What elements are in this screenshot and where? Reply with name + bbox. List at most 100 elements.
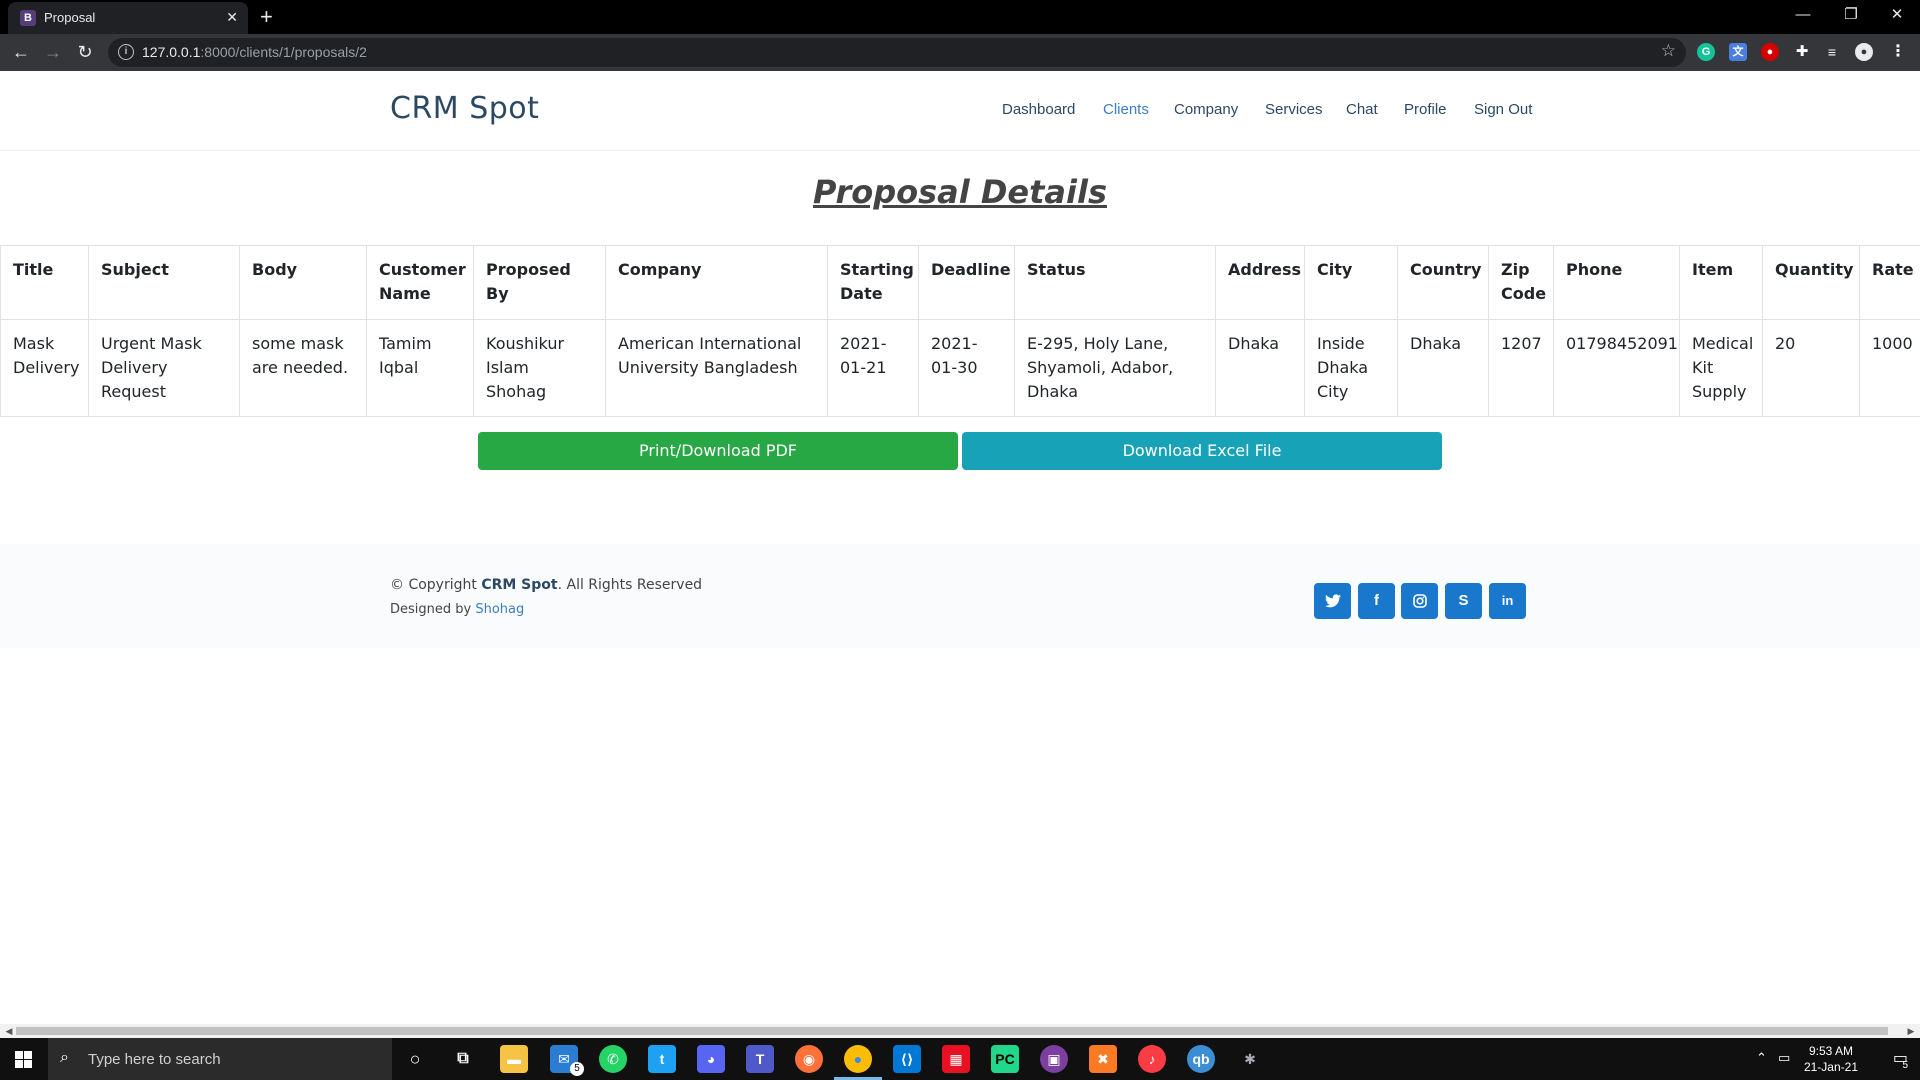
column-header: Quantity — [1762, 245, 1860, 320]
table-cell: 20 — [1762, 319, 1860, 417]
windows-logo-icon — [15, 1051, 32, 1068]
tab-close-icon[interactable]: ✕ — [226, 9, 238, 25]
twitter-app-icon[interactable]: t — [648, 1045, 676, 1073]
notification-badge: 5 — [1902, 1060, 1908, 1071]
clock-date: 21-Jan-21 — [1803, 1060, 1858, 1074]
url-text: 127.0.0.1:8000/clients/1/proposals/2 — [142, 44, 367, 60]
browser-tabstrip: B Proposal ✕ + — ❐ ✕ — [0, 0, 1920, 34]
twitter-icon[interactable] — [1314, 583, 1351, 619]
facebook-icon[interactable]: f — [1358, 583, 1395, 619]
whatsapp-icon[interactable]: ✆ — [599, 1045, 627, 1073]
column-header: Proposed By — [473, 245, 606, 320]
scroll-left-icon[interactable]: ◀ — [2, 1024, 16, 1038]
column-header: Address — [1215, 245, 1305, 320]
column-header: Phone — [1553, 245, 1680, 320]
column-header: Company — [605, 245, 828, 320]
network-icon[interactable]: ▭ — [1778, 1050, 1790, 1066]
itunes-icon[interactable]: ♪ — [1138, 1045, 1166, 1073]
browser-toolbar: ← → ↻ i 127.0.0.1:8000/clients/1/proposa… — [0, 34, 1920, 71]
scroll-right-icon[interactable]: ▶ — [1904, 1024, 1918, 1038]
nav-profile[interactable]: Profile — [1404, 101, 1447, 118]
nav-clients[interactable]: Clients — [1103, 101, 1149, 118]
profile-avatar-icon[interactable]: ● — [1855, 43, 1873, 61]
discord-icon[interactable]: ◕ — [697, 1045, 725, 1073]
translate-icon[interactable]: 文 — [1729, 43, 1747, 61]
column-header: Subject — [88, 245, 240, 320]
media-playlist-icon[interactable]: ≡ — [1823, 43, 1841, 61]
instagram-icon[interactable] — [1401, 583, 1438, 619]
site-footer: © Copyright CRM Spot. All Rights Reserve… — [0, 544, 1920, 648]
tab-favicon-icon: B — [20, 10, 36, 26]
bookmark-star-icon[interactable]: ☆ — [1661, 41, 1676, 61]
column-header: Zip Code — [1488, 245, 1554, 320]
linkedin-icon[interactable]: in — [1489, 583, 1526, 619]
table-cell: Inside Dhaka City — [1304, 319, 1398, 417]
copyright-brand: CRM Spot — [481, 577, 558, 593]
table-cell: some mask are needed. — [239, 319, 367, 417]
media-app-icon[interactable]: ▣ — [1040, 1045, 1068, 1073]
task-view-icon[interactable]: ⧉ — [449, 1045, 477, 1073]
bug-app-icon[interactable]: ✱ — [1236, 1045, 1264, 1073]
reload-icon[interactable]: ↻ — [74, 42, 96, 62]
firefox-icon[interactable]: ◉ — [795, 1045, 823, 1073]
teams-icon[interactable]: T — [746, 1045, 774, 1073]
table-cell: 01798452091 — [1553, 319, 1680, 417]
column-header: Body — [239, 245, 367, 320]
download-excel-button[interactable]: Download Excel File — [962, 432, 1442, 470]
pycharm-icon[interactable]: PC — [991, 1045, 1019, 1073]
site-info-icon[interactable]: i — [118, 44, 134, 60]
search-placeholder: Type here to search — [88, 1051, 221, 1068]
qbittorrent-icon[interactable]: qb — [1187, 1045, 1215, 1073]
url-host: 127.0.0.1 — [142, 44, 201, 60]
table-cell: Urgent Mask Delivery Request — [88, 319, 240, 417]
nav-services[interactable]: Services — [1265, 101, 1323, 118]
grammarly-icon[interactable]: G — [1697, 43, 1715, 61]
cortana-icon[interactable]: ○ — [401, 1045, 429, 1073]
column-header: City — [1304, 245, 1398, 320]
nav-dashboard[interactable]: Dashboard — [1002, 101, 1075, 118]
table-cell: 1207 — [1488, 319, 1554, 417]
table-cell: Mask Delivery — [0, 319, 89, 417]
table-cell: 1000 — [1859, 319, 1920, 417]
column-header: Deadline — [918, 245, 1015, 320]
chrome-menu-icon[interactable]: ⋮ — [1889, 43, 1907, 61]
tray-chevron-icon[interactable]: ⌃ — [1756, 1050, 1767, 1066]
site-logo[interactable]: CRM Spot — [390, 91, 539, 126]
extension-red-icon[interactable]: ● — [1761, 43, 1779, 61]
restore-icon[interactable]: ❐ — [1828, 4, 1874, 26]
chrome-icon[interactable]: ● — [844, 1045, 872, 1073]
close-window-icon[interactable]: ✕ — [1874, 4, 1920, 26]
nav-sign-out[interactable]: Sign Out — [1474, 101, 1532, 118]
browser-tab[interactable]: B Proposal ✕ — [8, 2, 248, 34]
column-header: Status — [1014, 245, 1216, 320]
page-viewport: CRM Spot Dashboard Clients Company Servi… — [0, 71, 1920, 1024]
clock-time: 9:53 AM — [1808, 1044, 1853, 1058]
table-cell: Dhaka — [1215, 319, 1305, 417]
designer-link[interactable]: Shohag — [475, 602, 524, 617]
nav-chat[interactable]: Chat — [1346, 101, 1378, 118]
nav-company[interactable]: Company — [1174, 101, 1238, 118]
start-button[interactable] — [0, 1038, 48, 1080]
taskbar-search-box[interactable]: ⌕ Type here to search — [48, 1038, 392, 1080]
forward-icon[interactable]: → — [42, 42, 64, 62]
horizontal-scrollbar[interactable]: ◀ ▶ — [0, 1024, 1920, 1038]
office-icon[interactable]: ▦ — [942, 1045, 970, 1073]
print-download-pdf-button[interactable]: Print/Download PDF — [478, 432, 958, 470]
extensions-puzzle-icon[interactable]: ✚ — [1793, 43, 1811, 61]
designed-by-text: Designed by Shohag — [390, 602, 524, 617]
new-tab-icon[interactable]: + — [260, 3, 273, 31]
table-cell: Dhaka — [1397, 319, 1489, 417]
column-header: Item — [1679, 245, 1763, 320]
back-icon[interactable]: ← — [10, 42, 32, 62]
vscode-icon[interactable]: ⟨⟩ — [893, 1045, 921, 1073]
file-explorer-icon[interactable]: ▬ — [500, 1045, 528, 1073]
copyright-prefix: © Copyright — [390, 577, 482, 593]
column-header: Customer Name — [366, 245, 474, 320]
taskbar-clock[interactable]: 9:53 AM 21-Jan-21 — [1804, 1043, 1858, 1075]
search-icon: ⌕ — [60, 1049, 69, 1066]
minimize-icon[interactable]: — — [1780, 4, 1826, 26]
xampp-icon[interactable]: ✖ — [1089, 1045, 1117, 1073]
address-bar[interactable]: i 127.0.0.1:8000/clients/1/proposals/2 ☆ — [108, 38, 1686, 67]
skype-icon[interactable]: S — [1445, 583, 1482, 619]
scrollbar-thumb[interactable] — [16, 1027, 1888, 1035]
